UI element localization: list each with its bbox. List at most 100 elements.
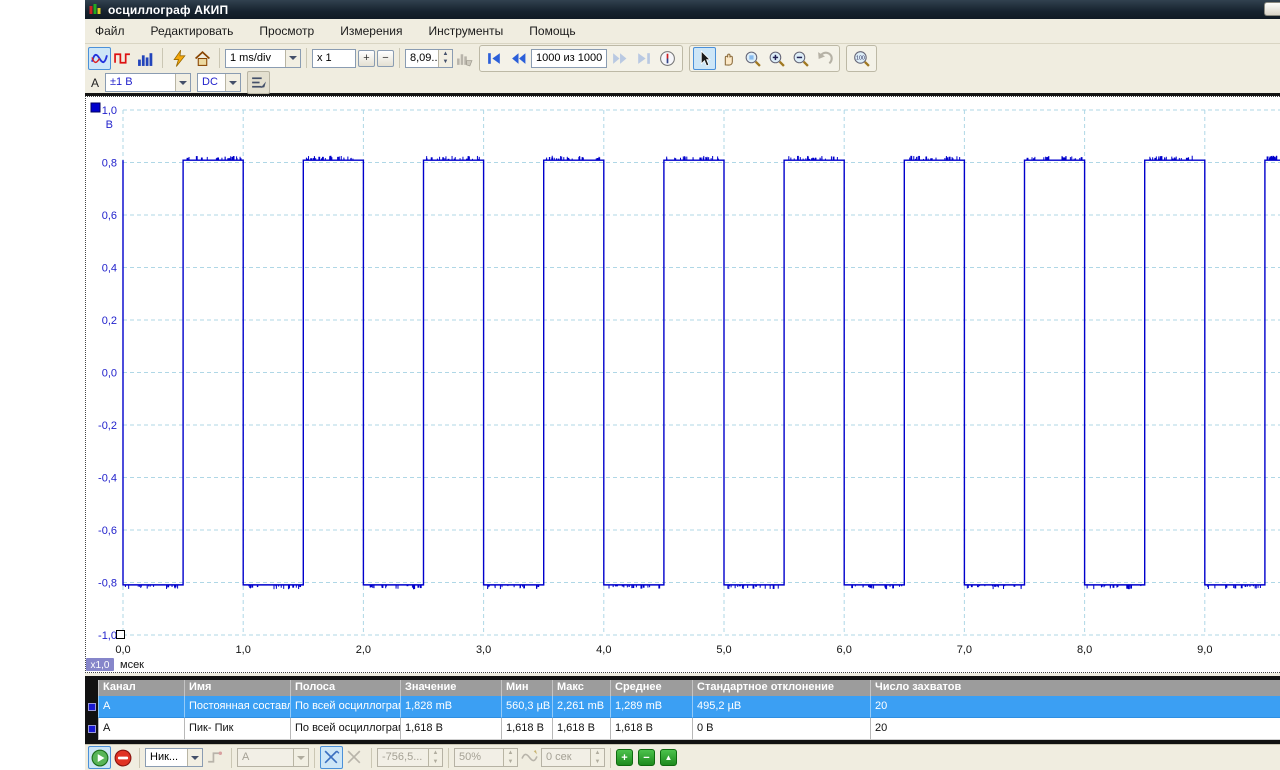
toolbar-separator [139, 748, 140, 768]
playback-speed-button[interactable] [656, 47, 679, 70]
status-channel-combo-disabled: A [237, 748, 309, 767]
table-cell: 1,828 mB [400, 696, 501, 718]
generator-mode-value: Ник... [146, 749, 187, 766]
table-row[interactable]: AПик- ПикПо всей осциллограмме1,618 В1,6… [85, 718, 1280, 740]
coupling-combo[interactable]: DC [197, 73, 241, 92]
wave-offset-button-disabled [518, 746, 541, 769]
table-row[interactable]: AПостоянная составляющаяПо всей осциллог… [85, 696, 1280, 718]
scale-field[interactable]: x 1 [312, 49, 356, 68]
table-cell: Пик- Пик [184, 718, 290, 740]
menu-item-3[interactable]: Просмотр [259, 24, 314, 38]
pan-tool-button[interactable] [717, 47, 740, 70]
home-view-button[interactable] [191, 47, 214, 70]
oscillogram[interactable]: 1,00,80,60,40,20,0-0,2-0,4-0,6-0,8-1,0B0… [85, 96, 1280, 673]
view-digital-button[interactable] [111, 47, 134, 70]
menu-item-5[interactable]: Инструменты [428, 24, 503, 38]
channel-range-combo[interactable]: ±1 В [105, 73, 191, 92]
status-time-spinner-disabled: 0 сек ▲▼ [541, 748, 605, 767]
chevron-down-icon[interactable] [175, 74, 190, 91]
expand-panel-button[interactable]: ▲ [660, 749, 677, 766]
axis-origin-handle[interactable] [117, 631, 125, 639]
table-cell: По всей осциллограмме [290, 696, 400, 718]
menu-item-2[interactable]: Редактировать [151, 24, 234, 38]
rewind-icon [510, 50, 527, 67]
record-position-field[interactable]: 1000 из 1000 [531, 49, 607, 68]
timebase-combo[interactable]: 1 ms/div [225, 49, 301, 68]
zoom-region-button[interactable] [741, 47, 764, 70]
skip-to-start-icon [486, 50, 503, 67]
column-header[interactable]: Макс [552, 680, 610, 696]
table-cell: Постоянная составляющая [184, 696, 290, 718]
view-analog-button[interactable] [88, 47, 111, 70]
cursor-measure-button[interactable] [320, 746, 343, 769]
menu-item-6[interactable]: Помощь [529, 24, 575, 38]
y-tick-label: 0,2 [102, 315, 117, 327]
cursor-measure-2-button-disabled [343, 746, 366, 769]
column-header[interactable]: Стандартное отклонение [692, 680, 870, 696]
column-header[interactable]: Имя [184, 680, 290, 696]
y-tick-label: 0,4 [102, 263, 117, 275]
generator-mode-combo[interactable]: Ник... [145, 748, 203, 767]
svg-text:100: 100 [856, 55, 865, 61]
select-tool-button[interactable] [693, 47, 716, 70]
remove-measurement-button[interactable]: − [638, 749, 655, 766]
channel-bar: A ±1 В DC [85, 72, 1280, 93]
spinner-arrows[interactable]: ▲▼ [438, 50, 452, 67]
auto-setup-button[interactable] [168, 47, 191, 70]
table-cell: 1,618 В [552, 718, 610, 740]
status-channel-value: A [238, 749, 293, 766]
menu-item-4[interactable]: Измерения [340, 24, 402, 38]
table-cell: 1,618 В [501, 718, 552, 740]
row-channel-marker [85, 718, 98, 740]
x-tick-label: 0,0 [115, 644, 130, 656]
home-icon [194, 50, 211, 67]
lightning-icon [171, 50, 188, 67]
y-tick-label: 0,0 [102, 368, 117, 380]
spinner-arrows: ▲▼ [428, 749, 442, 766]
window-control-partial[interactable] [1264, 2, 1280, 16]
scale-increase-button[interactable]: + [358, 50, 375, 67]
go-first-button[interactable] [483, 47, 506, 70]
scale-decrease-button[interactable]: − [377, 50, 394, 67]
x-tick-label: 1,0 [236, 644, 251, 656]
stop-button[interactable] [111, 746, 134, 769]
column-header[interactable]: Канал [98, 680, 184, 696]
step-back-button[interactable] [507, 47, 530, 70]
menu-bar: Файл Редактировать Просмотр Измерения Инстру… [85, 19, 1280, 44]
table-cell: 0 В [692, 718, 870, 740]
column-header[interactable]: Мин [501, 680, 552, 696]
start-button[interactable] [88, 746, 111, 769]
menu-item-1[interactable]: Файл [95, 24, 125, 38]
column-header[interactable]: Полоса [290, 680, 400, 696]
oscillogram-svg[interactable]: 1,00,80,60,40,20,0-0,2-0,4-0,6-0,8-1,0B0… [86, 97, 1280, 672]
column-header[interactable]: Число захватов [870, 680, 1280, 696]
column-header[interactable]: Значение [400, 680, 501, 696]
x-tick-label: 6,0 [837, 644, 852, 656]
chevron-down-icon[interactable] [285, 50, 300, 67]
wave-arrow-icon [521, 749, 538, 766]
column-header[interactable]: Среднее [610, 680, 692, 696]
zoom-in-button[interactable] [765, 47, 788, 70]
view-spectrum-button[interactable] [134, 47, 157, 70]
table-cell: A [98, 718, 184, 740]
add-measurement-button[interactable]: + [616, 749, 633, 766]
channel-options-button[interactable] [247, 71, 270, 94]
x-tick-label: 7,0 [957, 644, 972, 656]
zoom-100-button[interactable]: 100 [850, 47, 873, 70]
status-zoom-value: 50% [455, 749, 503, 766]
zoom-out-button[interactable] [789, 47, 812, 70]
title-bar: осциллограф АКИП [85, 0, 1280, 19]
channel-a-indicator[interactable] [91, 103, 100, 112]
chevron-down-icon[interactable] [187, 749, 202, 766]
undo-icon [816, 50, 833, 67]
status-offset-spinner-disabled: -756,5... ▲▼ [377, 748, 443, 767]
chevron-down-icon[interactable] [225, 74, 240, 91]
table-cell: 2,261 mB [552, 696, 610, 718]
coupling-value: DC [198, 74, 225, 91]
timebase-value: 1 ms/div [226, 50, 285, 67]
x-tick-label: 2,0 [356, 644, 371, 656]
histogram-pick-button-disabled [453, 47, 476, 70]
vertical-offset-spinner[interactable]: 8,09... ▲▼ [405, 49, 453, 68]
table-cell: 20 [870, 718, 1280, 740]
zoom-100-icon: 100 [853, 50, 870, 67]
